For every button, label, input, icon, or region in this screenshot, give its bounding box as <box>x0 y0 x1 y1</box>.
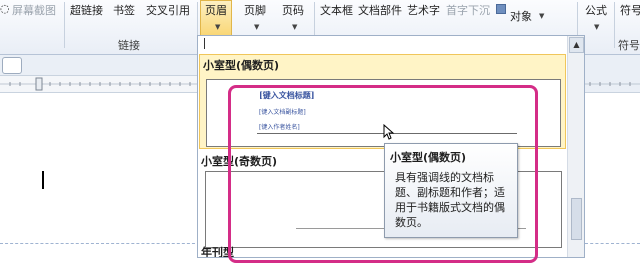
tab-strip <box>0 55 200 76</box>
chevron-down-icon: ▼ <box>215 23 221 31</box>
dropcap-button[interactable]: 首字下沉 <box>446 2 490 18</box>
gallery-top-edge <box>204 38 205 49</box>
symbols-group-label: 符号 <box>618 39 640 52</box>
object-icon <box>496 4 506 14</box>
horizontal-ruler <box>0 76 200 93</box>
ruler-ticks <box>0 77 200 91</box>
delete-button[interactable]: ◌ <box>0 2 10 15</box>
object-button[interactable]: 对象 <box>510 8 532 24</box>
bookmark-button[interactable]: 书签 <box>113 2 135 18</box>
gallery-item-title: 小室型(偶数页) <box>203 59 280 72</box>
header-boundary-line <box>0 243 200 244</box>
divider <box>614 2 615 48</box>
document-parts-button[interactable]: 文档部件 <box>358 2 402 18</box>
chevron-down-icon: ▼ <box>254 23 260 31</box>
scrollbar-thumb[interactable] <box>571 198 582 240</box>
tooltip: 小室型(偶数页) 具有强调线的文档标题、副标题和作者；适用于书籍版式文档的偶数页… <box>384 143 518 238</box>
textbox-button[interactable]: 文本框 <box>320 2 353 18</box>
scroll-up-button[interactable]: ▲ <box>569 37 584 53</box>
footer-button[interactable]: 页脚 <box>244 2 266 18</box>
right-ruler-strip <box>585 55 640 93</box>
new-tab-button[interactable] <box>2 57 22 74</box>
cross-reference-button[interactable]: 交叉引用 <box>146 2 190 18</box>
header-boundary-line <box>585 243 640 244</box>
links-group-label: 链接 <box>118 39 140 52</box>
page-number-button[interactable]: 页码 <box>282 2 304 18</box>
symbol-button[interactable]: 符号 <box>620 2 640 18</box>
wordart-button[interactable]: 艺术字 <box>407 2 440 18</box>
tooltip-body: 具有强调线的文档标题、副标题和作者；适用于书籍版式文档的偶数页。 <box>395 171 505 229</box>
tooltip-title: 小室型(偶数页) <box>390 151 467 164</box>
ruler-ticks <box>585 82 640 86</box>
divider <box>64 2 65 48</box>
hyperlink-button[interactable]: 超链接 <box>70 2 103 18</box>
text-cursor <box>42 171 44 189</box>
equation-button[interactable]: 公式 <box>585 2 607 18</box>
document-area[interactable] <box>0 93 200 256</box>
chevron-down-icon: ▼ <box>539 12 545 20</box>
screenshot-button[interactable]: 屏幕截图 <box>12 2 56 18</box>
header-label: 页眉 <box>205 4 227 17</box>
document-area-right[interactable] <box>585 93 640 256</box>
chevron-down-icon: ▼ <box>594 23 600 31</box>
gallery-scrollbar[interactable]: ▲ <box>567 36 584 257</box>
chevron-down-icon: ▼ <box>292 23 298 31</box>
